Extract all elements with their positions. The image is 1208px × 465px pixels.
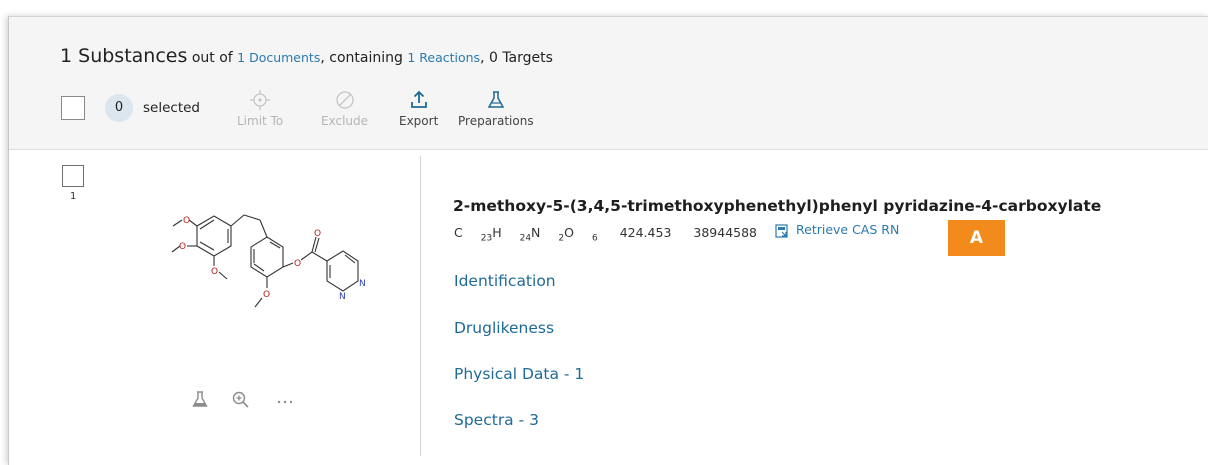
containing-text: , containing bbox=[320, 50, 403, 66]
atom-o-2: O bbox=[179, 242, 186, 252]
preparations-label: Preparations bbox=[458, 114, 534, 128]
block-icon bbox=[321, 89, 368, 111]
selected-count-badge: 0 bbox=[105, 94, 133, 122]
atom-o-6: O bbox=[314, 229, 321, 239]
reaxys-id: 38944588 bbox=[693, 225, 758, 240]
structure-drawing: O O O O O O N N bbox=[171, 214, 366, 308]
atom-o-3: O bbox=[211, 267, 218, 277]
column-divider bbox=[420, 156, 421, 456]
atom-o-1: O bbox=[183, 216, 190, 226]
cas-document-icon bbox=[775, 223, 788, 238]
results-summary: 1 Substances out of 1 Documents, contain… bbox=[60, 45, 553, 67]
molecular-formula: C 23H 24N 2O 6 bbox=[454, 225, 598, 244]
limit-to-label: Limit To bbox=[237, 114, 284, 128]
select-all-checkbox[interactable] bbox=[61, 96, 85, 120]
preparations-button[interactable]: Preparations bbox=[458, 89, 534, 128]
exclude-button[interactable]: Exclude bbox=[321, 89, 368, 128]
result-index: 1 bbox=[70, 191, 77, 202]
atom-o-4: O bbox=[263, 290, 270, 300]
atom-n-1: N bbox=[339, 292, 346, 302]
annotation-badge: A bbox=[948, 220, 1005, 256]
out-of-text: out of bbox=[191, 50, 233, 66]
exclude-label: Exclude bbox=[321, 114, 369, 128]
selected-label: selected bbox=[143, 100, 200, 116]
substance-count: 1 Substances bbox=[60, 45, 188, 67]
structure-actions bbox=[189, 390, 349, 414]
limit-to-button[interactable]: Limit To bbox=[237, 89, 283, 128]
flask-icon bbox=[458, 89, 534, 111]
structure-image[interactable]: O O O O O O N N bbox=[159, 185, 369, 335]
export-button[interactable]: Export bbox=[399, 89, 438, 128]
atom-o-5: O bbox=[294, 259, 301, 269]
flask-icon[interactable] bbox=[191, 390, 209, 414]
identification-link[interactable]: Identification bbox=[454, 272, 556, 290]
results-panel: 1 Substances out of 1 Documents, contain… bbox=[8, 16, 1208, 465]
reactions-link[interactable]: 1 Reactions bbox=[407, 50, 480, 65]
physical-data-link[interactable]: Physical Data - 1 bbox=[454, 365, 584, 383]
documents-link[interactable]: 1 Documents bbox=[237, 50, 320, 65]
target-icon bbox=[237, 89, 283, 111]
more-icon[interactable] bbox=[275, 392, 295, 412]
retrieve-cas-label: Retrieve CAS RN bbox=[796, 222, 900, 237]
substance-meta: C 23H 24N 2O 6 424.453 38944588 bbox=[454, 225, 775, 244]
zoom-in-icon[interactable] bbox=[231, 390, 251, 414]
spectra-link[interactable]: Spectra - 3 bbox=[454, 411, 539, 429]
retrieve-cas-link[interactable]: Retrieve CAS RN bbox=[774, 222, 899, 239]
results-header: 1 Substances out of 1 Documents, contain… bbox=[9, 17, 1208, 150]
substance-name[interactable]: 2-methoxy-5-(3,4,5-trimethoxyphenethyl)p… bbox=[453, 197, 1101, 215]
targets-text: , 0 Targets bbox=[480, 50, 553, 66]
atom-n-2: N bbox=[359, 279, 366, 289]
druglikeness-link[interactable]: Druglikeness bbox=[454, 319, 554, 337]
result-checkbox[interactable] bbox=[62, 165, 84, 187]
export-label: Export bbox=[399, 114, 439, 128]
molecular-weight: 424.453 bbox=[619, 225, 672, 240]
upload-icon bbox=[399, 89, 438, 111]
